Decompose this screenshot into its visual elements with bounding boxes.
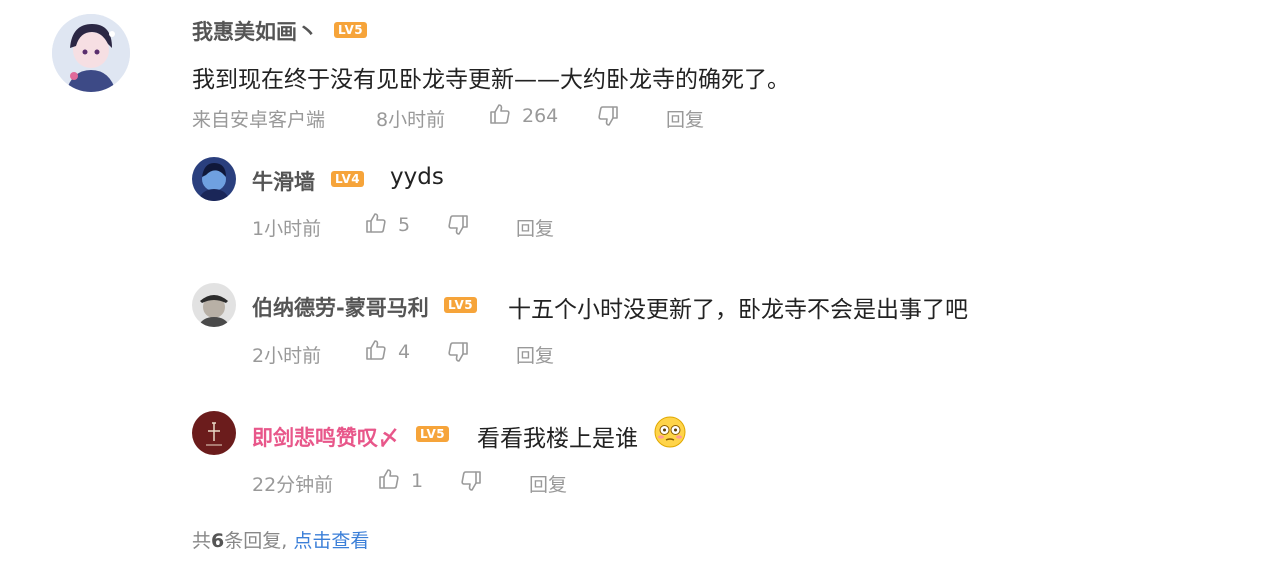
- thumbs-up-icon[interactable]: [377, 467, 401, 491]
- thumbs-up-icon[interactable]: [488, 102, 512, 126]
- username[interactable]: 我惠美如画丶: [192, 16, 318, 46]
- comment-time: 8小时前: [376, 109, 446, 131]
- thumbs-up-icon[interactable]: [364, 338, 388, 362]
- username[interactable]: 牛滑墙: [252, 166, 315, 196]
- avatar[interactable]: [192, 411, 236, 455]
- avatar[interactable]: [192, 157, 236, 201]
- avatar[interactable]: [52, 14, 130, 92]
- reply-button[interactable]: 回复: [516, 214, 554, 241]
- thumbs-down-icon[interactable]: [459, 469, 483, 493]
- level-badge: LV5: [416, 426, 450, 442]
- thumbs-down-icon[interactable]: [446, 213, 470, 237]
- reply-button[interactable]: 回复: [666, 105, 704, 132]
- username[interactable]: 即剑悲鸣赞叹〆: [252, 422, 399, 452]
- comment-text: yyds: [390, 164, 444, 190]
- username[interactable]: 伯纳德劳-蒙哥马利: [252, 292, 429, 322]
- thumbs-up-icon[interactable]: [364, 211, 388, 235]
- comment-text: 十五个小时没更新了，卧龙寺不会是出事了吧: [508, 297, 968, 323]
- reply-total-count: 6: [211, 530, 225, 552]
- reply-summary-prefix: 共: [192, 530, 212, 552]
- flushed-emoji-icon: [653, 415, 687, 449]
- comment-source: 来自安卓客户端: [192, 109, 326, 131]
- comment-time: 22分钟前: [252, 474, 334, 496]
- thumbs-down-icon[interactable]: [596, 104, 620, 128]
- like-count: 4: [398, 341, 411, 363]
- reply-button[interactable]: 回复: [529, 470, 567, 497]
- like-count: 264: [522, 105, 559, 127]
- level-badge: LV5: [444, 297, 478, 313]
- view-all-replies-link[interactable]: 点击查看: [293, 530, 369, 552]
- reply-summary-suffix: 条回复,: [224, 530, 288, 552]
- reply-button[interactable]: 回复: [516, 341, 554, 368]
- level-badge: LV4: [331, 171, 365, 187]
- like-count: 1: [411, 470, 424, 492]
- level-badge: LV5: [334, 22, 368, 38]
- comment-time: 2小时前: [252, 345, 322, 367]
- avatar[interactable]: [192, 283, 236, 327]
- thumbs-down-icon[interactable]: [446, 340, 470, 364]
- reply-summary: 共6条回复, 点击查看: [192, 526, 369, 553]
- comment-text: 看看我楼上是谁: [477, 426, 638, 452]
- comment-time: 1小时前: [252, 218, 322, 240]
- comment-text: 我到现在终于没有见卧龙寺更新——大约卧龙寺的确死了。: [192, 67, 790, 93]
- like-count: 5: [398, 214, 411, 236]
